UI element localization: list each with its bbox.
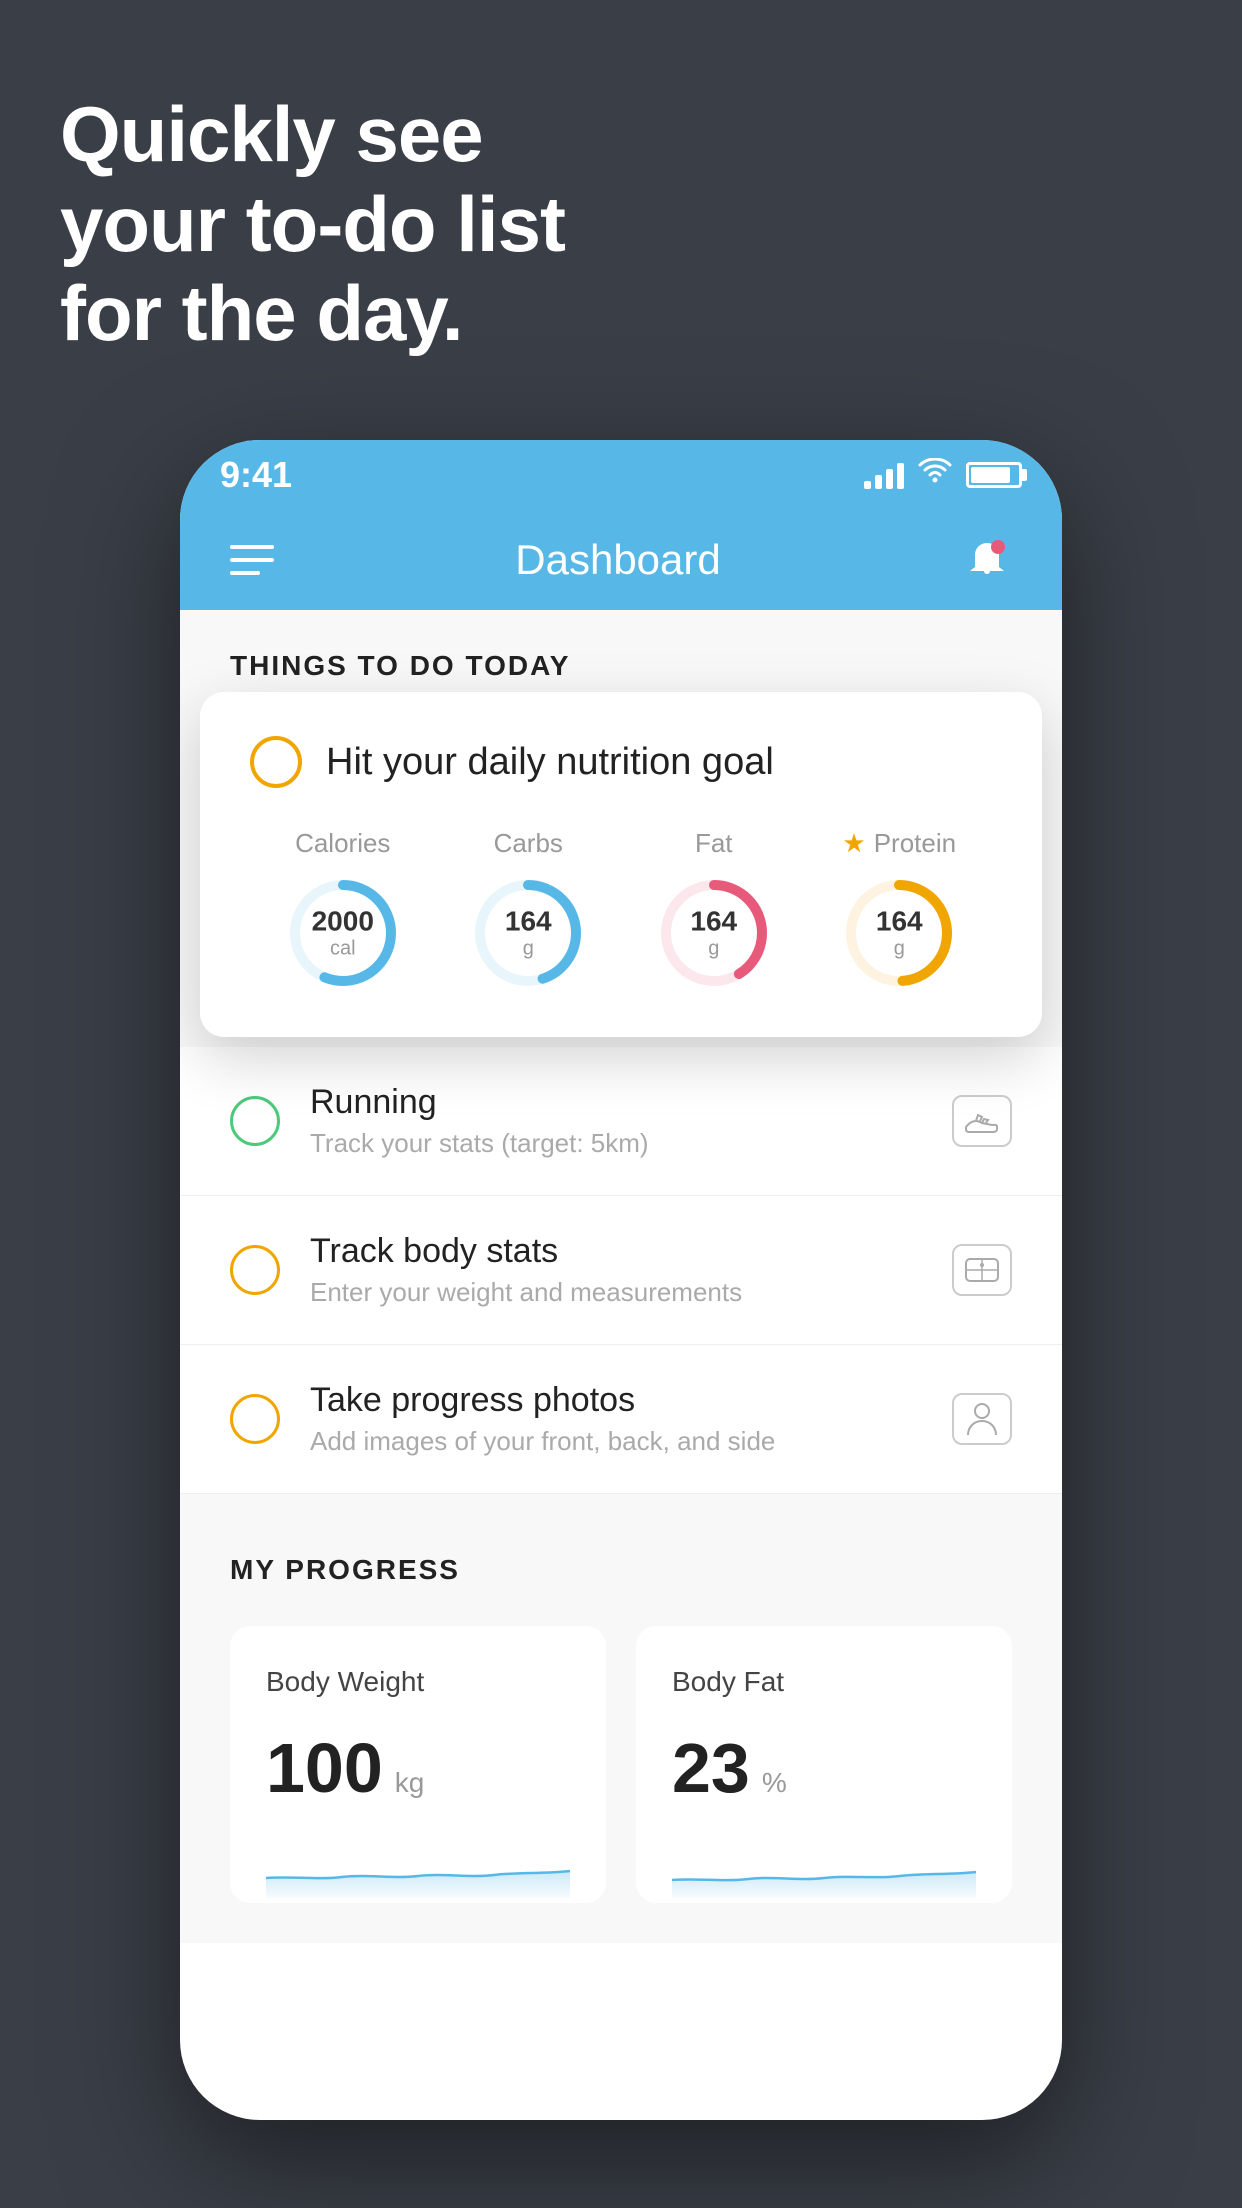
sparkline-weight: [266, 1838, 570, 1898]
donut-fat: 164 g: [654, 873, 774, 993]
phone-frame: 9:41: [180, 440, 1062, 2120]
nutrition-check-circle[interactable]: [250, 736, 302, 788]
signal-icon: [864, 461, 904, 489]
things-section-title: THINGS TO DO TODAY: [230, 650, 1012, 682]
todo-title-running: Running: [310, 1083, 922, 1122]
status-icons: [864, 458, 1022, 492]
todo-circle-body-stats: [230, 1245, 280, 1295]
progress-unit-fat: %: [762, 1767, 787, 1799]
donut-value-fat: 164: [690, 907, 737, 938]
todo-content-running: Running Track your stats (target: 5km): [310, 1083, 922, 1159]
things-section-header: THINGS TO DO TODAY: [180, 610, 1062, 702]
nutrition-card: Hit your daily nutrition goal Calories 2…: [200, 692, 1042, 1037]
stat-label-carbs: Carbs: [494, 828, 563, 859]
progress-section-title: MY PROGRESS: [230, 1554, 1012, 1586]
todo-content-photos: Take progress photos Add images of your …: [310, 1381, 922, 1457]
progress-value-row-fat: 23 %: [672, 1728, 976, 1808]
todo-item-photos[interactable]: Take progress photos Add images of your …: [180, 1345, 1062, 1494]
stat-fat: Fat 164 g: [654, 828, 774, 993]
donut-unit-carbs: g: [523, 937, 534, 959]
stat-label-calories: Calories: [295, 828, 390, 859]
stat-protein: ★ Protein 164 g: [839, 828, 959, 993]
running-shoe-icon: [952, 1095, 1012, 1147]
donut-carbs: 164 g: [468, 873, 588, 993]
battery-icon: [966, 462, 1022, 488]
todo-subtitle-body-stats: Enter your weight and measurements: [310, 1277, 922, 1308]
nutrition-card-title: Hit your daily nutrition goal: [326, 741, 774, 784]
progress-card-fat: Body Fat 23 %: [636, 1626, 1012, 1903]
todo-title-photos: Take progress photos: [310, 1381, 922, 1420]
progress-card-title-weight: Body Weight: [266, 1666, 570, 1698]
stat-calories: Calories 2000 cal: [283, 828, 403, 993]
todo-item-running[interactable]: Running Track your stats (target: 5km): [180, 1047, 1062, 1196]
nutrition-stats: Calories 2000 cal Carbs: [250, 828, 992, 993]
wifi-icon: [918, 458, 952, 492]
progress-cards: Body Weight 100 kg: [230, 1626, 1012, 1903]
stat-carbs: Carbs 164 g: [468, 828, 588, 993]
donut-value-carbs: 164: [505, 907, 552, 938]
status-time: 9:41: [220, 454, 292, 496]
person-photo-icon: [952, 1393, 1012, 1445]
hero-text: Quickly see your to-do list for the day.: [60, 90, 565, 359]
donut-protein: 164 g: [839, 873, 959, 993]
donut-unit-protein: g: [894, 937, 905, 959]
todo-circle-running: [230, 1096, 280, 1146]
hamburger-menu[interactable]: [230, 545, 274, 575]
todo-item-body-stats[interactable]: Track body stats Enter your weight and m…: [180, 1196, 1062, 1345]
hero-line3: for the day.: [60, 269, 565, 359]
nav-title: Dashboard: [515, 536, 720, 584]
todo-subtitle-running: Track your stats (target: 5km): [310, 1128, 922, 1159]
donut-unit-calories: cal: [330, 937, 356, 959]
progress-card-title-fat: Body Fat: [672, 1666, 976, 1698]
todo-title-body-stats: Track body stats: [310, 1232, 922, 1271]
nutrition-card-header: Hit your daily nutrition goal: [250, 736, 992, 788]
hero-line1: Quickly see: [60, 90, 565, 180]
progress-value-weight: 100: [266, 1728, 383, 1808]
progress-card-weight: Body Weight 100 kg: [230, 1626, 606, 1903]
donut-calories: 2000 cal: [283, 873, 403, 993]
things-section: THINGS TO DO TODAY Hit your daily nutrit…: [180, 610, 1062, 1943]
scale-icon: [952, 1244, 1012, 1296]
todo-subtitle-photos: Add images of your front, back, and side: [310, 1426, 922, 1457]
notification-bell-icon[interactable]: [962, 535, 1012, 585]
stat-label-fat: Fat: [695, 828, 733, 859]
sparkline-fat: [672, 1838, 976, 1898]
stat-label-protein: ★ Protein: [842, 828, 956, 859]
todo-circle-photos: [230, 1394, 280, 1444]
progress-value-row-weight: 100 kg: [266, 1728, 570, 1808]
nav-bar: Dashboard: [180, 510, 1062, 610]
status-bar: 9:41: [180, 440, 1062, 510]
donut-unit-fat: g: [708, 937, 719, 959]
progress-unit-weight: kg: [395, 1767, 425, 1799]
hero-line2: your to-do list: [60, 180, 565, 270]
donut-value-protein: 164: [876, 907, 923, 938]
donut-value-calories: 2000: [312, 907, 374, 938]
star-icon: ★: [842, 828, 865, 859]
progress-section: MY PROGRESS Body Weight 100 kg: [180, 1494, 1062, 1943]
progress-value-fat: 23: [672, 1728, 750, 1808]
todo-list: Running Track your stats (target: 5km) T…: [180, 1047, 1062, 1494]
todo-content-body-stats: Track body stats Enter your weight and m…: [310, 1232, 922, 1308]
